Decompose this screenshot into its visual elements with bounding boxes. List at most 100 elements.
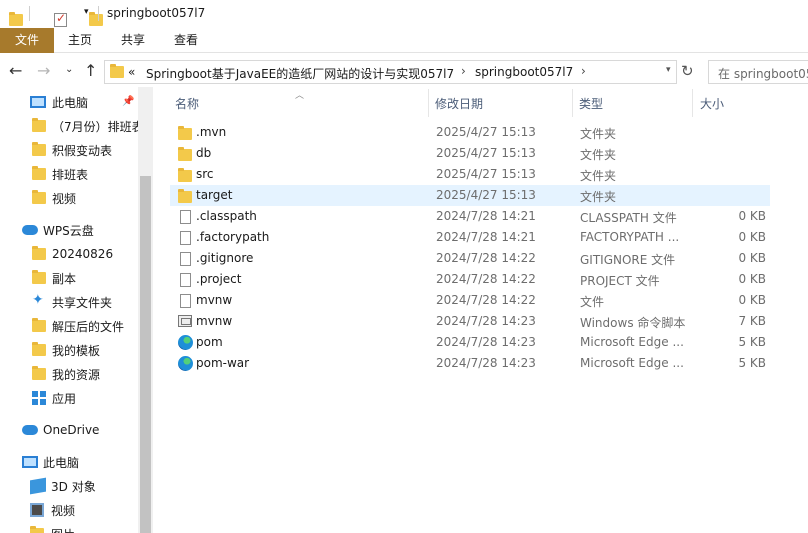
tab-view[interactable]: 查看: [162, 28, 210, 53]
file-row[interactable]: pom-war 2024/7/28 14:23 Microsoft Edge ...…: [170, 353, 770, 374]
folder-icon: [32, 190, 46, 204]
nav-item-shared-folder[interactable]: 共享文件夹: [32, 291, 153, 313]
file-name: mvnw: [196, 314, 233, 328]
refresh-icon[interactable]: ↻: [681, 62, 694, 80]
tab-file[interactable]: 文件: [0, 28, 54, 53]
file-size: 7 KB: [738, 314, 766, 328]
navigation-bar: ← → ⌄ ↑ « Springboot基于JavaEE的造纸厂网站的设计与实现…: [0, 57, 808, 87]
nav-item-schedule[interactable]: 排班表: [32, 163, 153, 185]
file-size: 5 KB: [738, 356, 766, 370]
cloud-icon: [22, 225, 38, 235]
nav-item-my-templates[interactable]: 我的模板: [32, 339, 153, 361]
file-date: 2025/4/27 15:13: [436, 188, 536, 202]
file-type: Microsoft Edge ...: [580, 335, 684, 349]
nav-item-3d-objects[interactable]: 3D 对象: [30, 475, 153, 497]
column-header-type[interactable]: 类型: [579, 95, 603, 112]
nav-item-leave-changes[interactable]: 积假变动表: [32, 139, 153, 161]
file-name: .factorypath: [196, 230, 270, 244]
column-divider[interactable]: [692, 89, 693, 117]
column-header-date[interactable]: 修改日期: [435, 95, 483, 112]
column-header-name[interactable]: 名称: [175, 95, 199, 112]
column-divider[interactable]: [428, 89, 429, 117]
nav-label: 应用: [52, 391, 77, 406]
nav-item-apps[interactable]: 应用: [32, 387, 153, 409]
file-row[interactable]: pom 2024/7/28 14:23 Microsoft Edge ... 5 KB: [170, 332, 770, 353]
tab-share[interactable]: 共享: [109, 28, 157, 53]
nav-label: （7月份）排班表: [52, 119, 144, 134]
video-icon: [30, 503, 44, 517]
cmd-script-icon: [178, 315, 192, 327]
file-type: 文件: [580, 295, 605, 309]
nav-item-copy[interactable]: 副本: [32, 267, 153, 289]
file-row[interactable]: .project 2024/7/28 14:22 PROJECT 文件 0 KB: [170, 269, 770, 290]
file-name: pom: [196, 335, 223, 349]
nav-item-videos-pc[interactable]: 视频: [30, 499, 153, 521]
nav-item-wps-cloud[interactable]: WPS云盘: [22, 219, 153, 241]
nav-scrollbar[interactable]: [138, 87, 153, 533]
chevron-right-icon[interactable]: ›: [461, 64, 466, 78]
file-date: 2024/7/28 14:22: [436, 272, 536, 286]
file-name: .project: [196, 272, 242, 286]
nav-item-schedule-july[interactable]: （7月份）排班表: [32, 115, 153, 137]
file-type: 文件夹: [580, 127, 617, 141]
file-row[interactable]: .factorypath 2024/7/28 14:21 FACTORYPATH .…: [170, 227, 770, 248]
new-folder-icon[interactable]: [89, 12, 103, 26]
back-arrow-icon[interactable]: ←: [9, 61, 22, 80]
up-arrow-icon[interactable]: ↑: [84, 61, 97, 80]
file-row[interactable]: src 2025/4/27 15:13 文件夹: [170, 164, 770, 185]
file-date: 2024/7/28 14:23: [436, 335, 536, 349]
column-divider[interactable]: [572, 89, 573, 117]
recent-locations-chevron-icon[interactable]: ⌄: [65, 64, 73, 75]
file-row[interactable]: db 2025/4/27 15:13 文件夹: [170, 143, 770, 164]
nav-label: 共享文件夹: [52, 295, 113, 310]
address-bar[interactable]: « Springboot基于JavaEE的造纸厂网站的设计与实现057l7 › …: [104, 60, 677, 84]
file-name: .classpath: [196, 209, 257, 223]
file-row[interactable]: mvnw 2024/7/28 14:23 Windows 命令脚本 7 KB: [170, 311, 770, 332]
file-size: 0 KB: [738, 251, 766, 265]
document-icon: [180, 231, 191, 245]
nav-item-this-pc[interactable]: 此电脑: [22, 451, 153, 473]
breadcrumb-current[interactable]: springboot057l7: [475, 65, 573, 79]
nav-item-my-resources[interactable]: 我的资源: [32, 363, 153, 385]
title-bar: ▾ springboot057l7: [0, 0, 808, 28]
breadcrumb-parent[interactable]: Springboot基于JavaEE的造纸厂网站的设计与实现057l7: [146, 65, 454, 82]
nav-item-videos[interactable]: 视频: [32, 187, 153, 209]
cloud-icon: [22, 425, 38, 435]
folder-icon: [32, 270, 46, 284]
properties-icon[interactable]: [54, 11, 67, 27]
divider: [29, 6, 30, 21]
file-type: Microsoft Edge ...: [580, 356, 684, 370]
document-icon: [180, 294, 191, 308]
quick-access-dropdown-icon[interactable]: ▾: [84, 7, 89, 17]
file-row[interactable]: .gitignore 2024/7/28 14:22 GITIGNORE 文件 0 K…: [170, 248, 770, 269]
sort-ascending-icon: ︿: [295, 91, 305, 101]
folder-icon: [110, 64, 124, 78]
nav-label: 3D 对象: [51, 479, 96, 494]
address-dropdown-icon[interactable]: ▾: [666, 65, 671, 75]
file-row[interactable]: mvnw 2024/7/28 14:22 文件 0 KB: [170, 290, 770, 311]
pin-icon[interactable]: 📌: [122, 96, 134, 107]
file-row[interactable]: target 2025/4/27 15:13 文件夹: [170, 185, 770, 206]
chevron-right-icon[interactable]: ›: [581, 64, 586, 78]
forward-arrow-icon[interactable]: →: [37, 61, 50, 80]
file-date: 2024/7/28 14:22: [436, 293, 536, 307]
search-input[interactable]: 在 springboot057l7: [708, 60, 808, 84]
folder-icon: [32, 118, 46, 132]
nav-label: 20240826: [52, 247, 114, 261]
file-name: mvnw: [196, 293, 233, 307]
file-row[interactable]: .classpath 2024/7/28 14:21 CLASSPATH 文件 0 K…: [170, 206, 770, 227]
file-row[interactable]: .mvn 2025/4/27 15:13 文件夹: [170, 122, 770, 143]
file-date: 2024/7/28 14:21: [436, 230, 536, 244]
nav-scrollbar-thumb[interactable]: [140, 176, 151, 533]
file-date: 2025/4/27 15:13: [436, 146, 536, 160]
nav-item-onedrive[interactable]: OneDrive: [22, 419, 153, 441]
tab-home[interactable]: 主页: [56, 28, 104, 53]
file-type: CLASSPATH 文件: [580, 211, 677, 225]
folder-icon: [178, 168, 192, 182]
nav-item-pictures[interactable]: 图片: [30, 523, 153, 533]
nav-item-20240826[interactable]: 20240826: [32, 243, 153, 265]
nav-item-extracted-files[interactable]: 解压后的文件: [32, 315, 153, 337]
breadcrumb-overflow[interactable]: «: [128, 65, 135, 79]
nav-item-quick-access-pc[interactable]: 此电脑: [30, 91, 153, 113]
column-header-size[interactable]: 大小: [700, 95, 724, 112]
